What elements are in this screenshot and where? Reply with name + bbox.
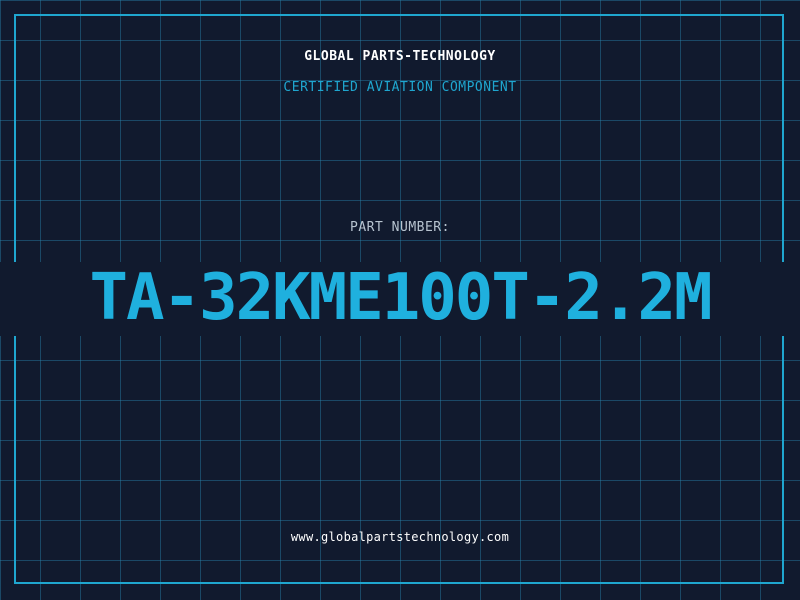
part-number-value: TA-32KME100T-2.2M (89, 261, 712, 335)
certification-subtitle: CERTIFIED AVIATION COMPONENT (283, 80, 517, 95)
part-label-card: GLOBAL PARTS-TECHNOLOGY CERTIFIED AVIATI… (0, 0, 800, 600)
part-number-label: PART NUMBER: (350, 220, 450, 235)
company-name: GLOBAL PARTS-TECHNOLOGY (304, 49, 496, 64)
website-url: www.globalpartstechnology.com (290, 530, 510, 544)
